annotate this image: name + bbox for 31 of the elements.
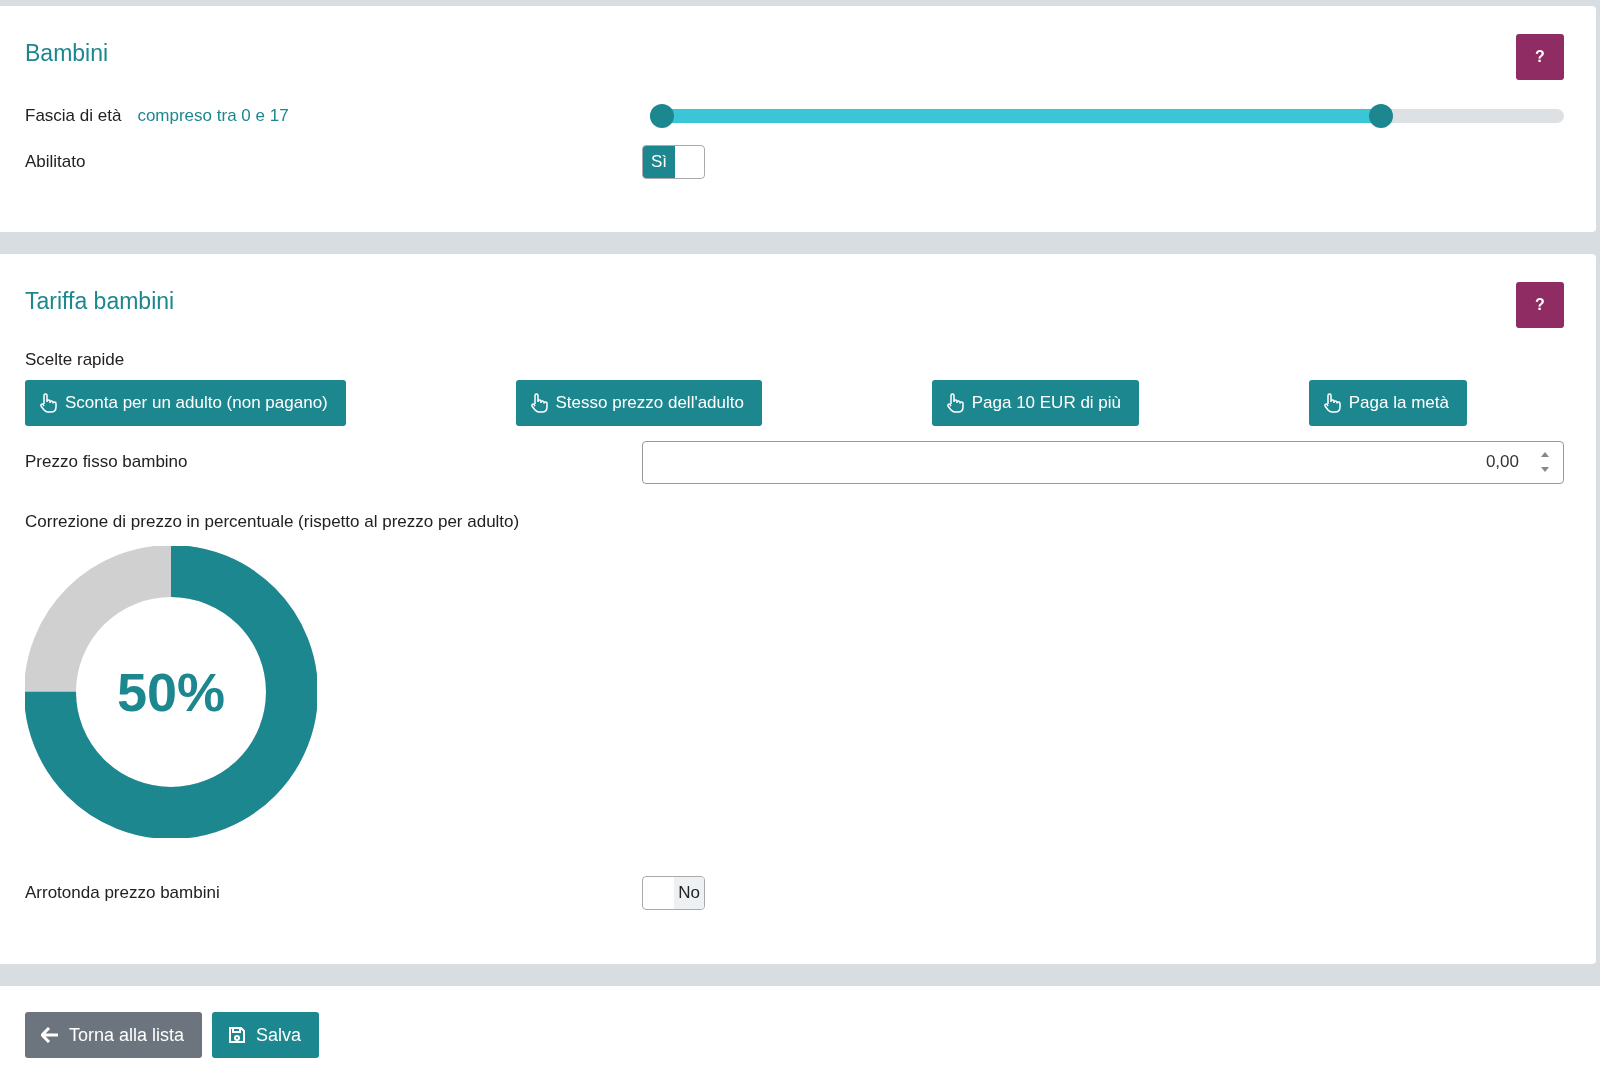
range-slider[interactable] [650,104,1564,128]
field-label: Prezzo fisso bambino [25,452,189,472]
slider-handle[interactable] [650,104,674,128]
percentage-value: 50% [116,662,226,722]
range-value: compreso tra 0 e 17 [137,106,289,126]
quick-choice-button[interactable]: Paga la metà [1308,380,1467,426]
quick-choice-button[interactable]: Paga 10 EUR di più [931,380,1140,426]
arrow-left-icon [41,1027,59,1043]
toggle-switch[interactable]: No [642,876,705,910]
field-label: Scelte rapide [25,350,126,370]
quick-choice-button[interactable]: Sconta per un adulto (non pagano) [25,380,346,426]
field-label: Correzione di prezzo in percentuale (rispetto al prezzo per adulto) [25,512,520,531]
hand-pointer-icon [529,393,548,413]
help-button[interactable]: ? [1516,34,1564,80]
toggle-label: Sì [643,146,675,178]
field-label: Fascia di età [25,106,122,126]
field-label: Abilitato [25,152,87,172]
section-title: Tariffa bambini [25,288,175,315]
number-field[interactable]: 0,00 [642,440,1564,484]
toggle-switch[interactable]: Sì [642,145,705,179]
help-button[interactable]: ? [1516,282,1564,328]
hand-pointer-icon [1322,393,1341,413]
hand-pointer-icon [39,393,57,413]
save-button[interactable]: Salva [212,1012,320,1058]
back-button[interactable]: Torna alla lista [25,1012,203,1058]
toggle-label: No [674,877,704,909]
hand-pointer-icon [945,393,964,413]
slider-handle[interactable] [1368,104,1393,128]
field-label: Arrotonda prezzo bambini [25,883,221,903]
quick-choice-button[interactable]: Stesso prezzo dell'adulto [515,380,762,426]
section-title: Bambini [25,40,109,67]
